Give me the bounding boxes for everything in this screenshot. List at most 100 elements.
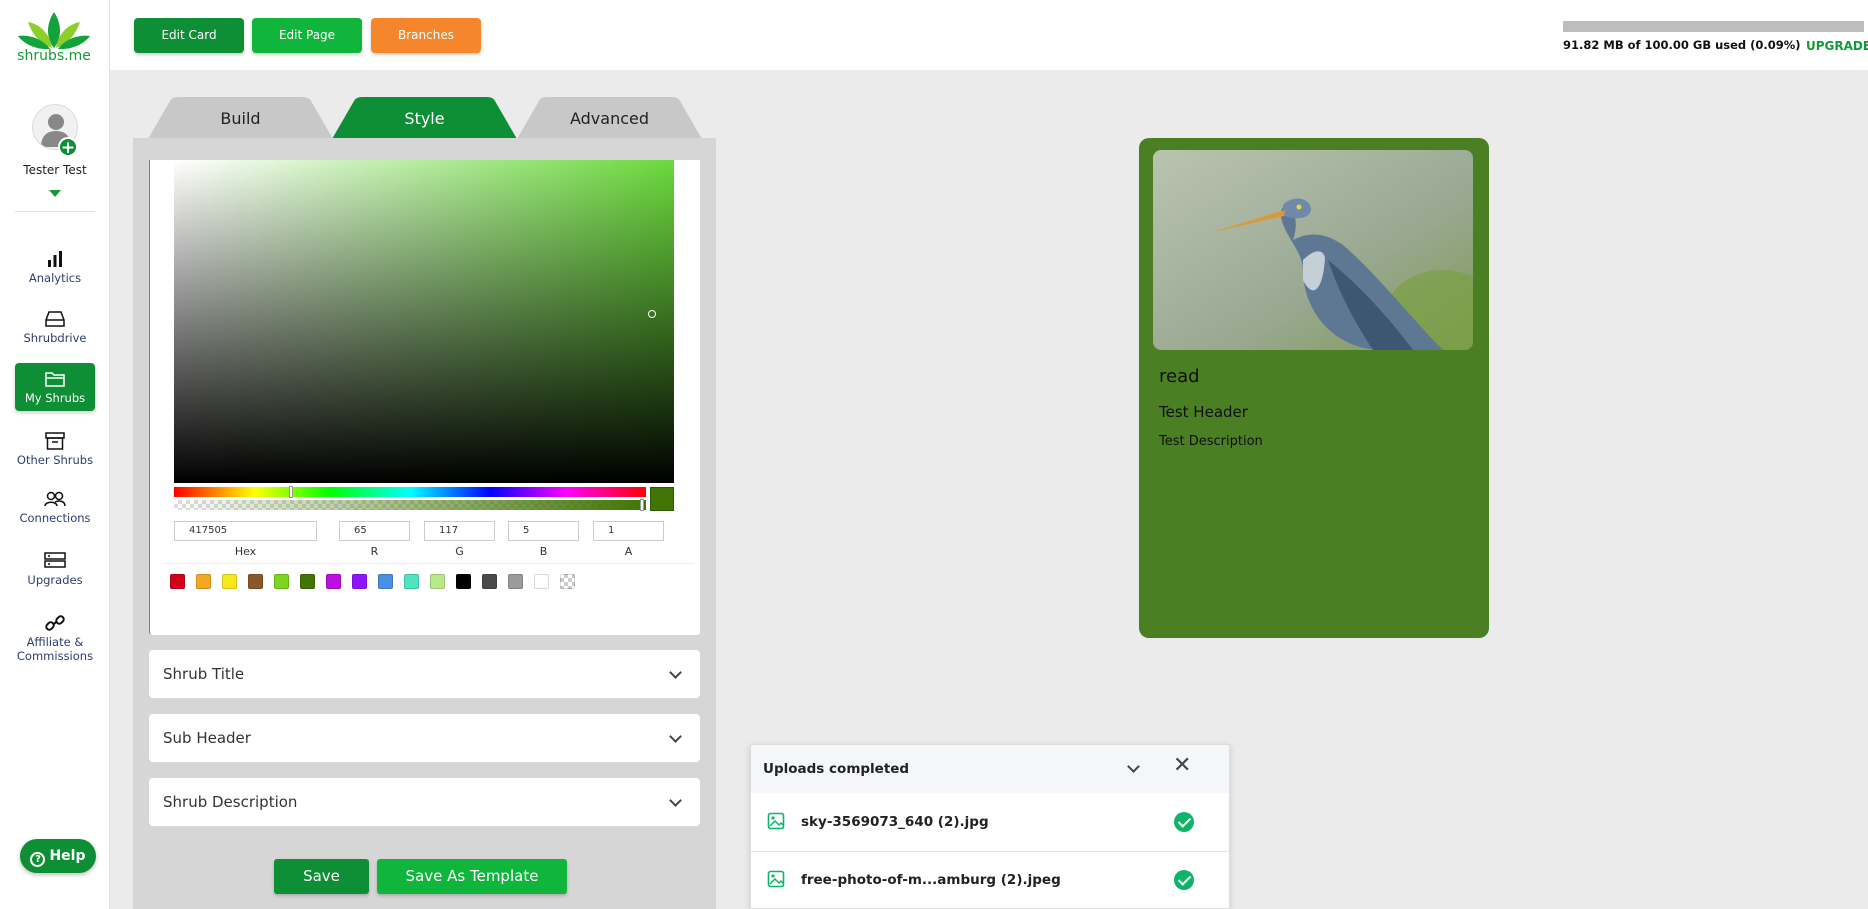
sidebar-item-affiliate[interactable]: Affiliate & Commissions	[15, 607, 95, 667]
card-description: Test Description	[1159, 434, 1263, 449]
preset-divider	[164, 563, 694, 564]
edit-page-button[interactable]: Edit Page	[252, 18, 362, 53]
chevron-down-icon	[669, 794, 682, 807]
color-preset-swatch[interactable]	[378, 574, 393, 589]
sidebar-item-shrubdrive[interactable]: Shrubdrive	[15, 303, 95, 351]
alpha-slider-handle[interactable]	[640, 499, 644, 511]
color-preset-swatch[interactable]	[196, 574, 211, 589]
bar-chart-icon	[48, 251, 62, 267]
edit-card-button[interactable]: Edit Card	[134, 18, 244, 53]
color-preset-swatch[interactable]	[534, 574, 549, 589]
sidebar-item-other-shrubs[interactable]: Other Shrubs	[15, 425, 95, 473]
tab-build[interactable]: Build	[148, 97, 333, 139]
image-file-icon	[767, 812, 785, 830]
section-label: Sub Header	[163, 729, 251, 747]
upgrade-link[interactable]: UPGRADE	[1806, 39, 1868, 53]
user-menu-caret-icon[interactable]	[49, 190, 61, 197]
close-icon[interactable]: ✕	[1173, 755, 1191, 777]
green-input[interactable]: 117	[424, 521, 495, 541]
card-image	[1153, 150, 1473, 350]
color-picker: 417505 65 117 5 1 Hex R G B A	[149, 160, 700, 635]
hue-slider[interactable]	[174, 487, 646, 497]
sidebar-item-connections[interactable]: Connections	[15, 483, 95, 531]
sidebar-item-label: Shrubdrive	[23, 331, 87, 345]
color-preset-swatch[interactable]	[222, 574, 237, 589]
hex-input[interactable]: 417505	[174, 521, 317, 541]
alpha-input[interactable]: 1	[593, 521, 664, 541]
card-header: Test Header	[1159, 403, 1248, 421]
topbar: Edit Card Edit Page Branches 91.82 MB of…	[110, 0, 1868, 70]
sidebar-item-my-shrubs[interactable]: My Shrubs	[15, 363, 95, 411]
archive-icon	[45, 432, 65, 450]
user-name: Tester Test	[23, 163, 87, 177]
sidebar-item-label-line2: Commissions	[16, 649, 94, 663]
check-circle-icon	[1174, 812, 1194, 832]
storage-usage-text: 91.82 MB of 100.00 GB used (0.09%)	[1563, 38, 1801, 52]
section-label: Shrub Description	[163, 793, 298, 811]
hex-label: Hex	[234, 545, 257, 558]
sidebar-item-analytics[interactable]: Analytics	[15, 243, 95, 291]
editor-tabs: Build Style Advanced	[148, 97, 708, 139]
branches-button[interactable]: Branches	[371, 18, 481, 53]
green-label: G	[455, 545, 464, 558]
color-preset-swatch[interactable]	[274, 574, 289, 589]
sub-header-section[interactable]: Sub Header	[149, 714, 700, 762]
chevron-down-icon	[669, 666, 682, 679]
save-button[interactable]: Save	[274, 859, 369, 894]
uploads-panel: Uploads completed ✕ sky-3569073_640 (2).…	[750, 744, 1230, 909]
logo[interactable]: shrubs.me	[14, 10, 94, 64]
help-label: Help	[49, 848, 86, 864]
help-button[interactable]: ? Help	[20, 839, 96, 873]
red-label: R	[370, 545, 379, 558]
color-preset-swatch[interactable]	[430, 574, 445, 589]
shrub-description-section[interactable]: Shrub Description	[149, 778, 700, 826]
sidebar-item-upgrades[interactable]: Upgrades	[15, 545, 95, 593]
hue-slider-handle[interactable]	[289, 486, 293, 498]
alpha-slider[interactable]	[174, 500, 646, 510]
upload-file-name: sky-3569073_640 (2).jpg	[801, 814, 989, 830]
users-icon	[44, 491, 66, 507]
color-preset-swatch[interactable]	[170, 574, 185, 589]
add-avatar-button[interactable]: +	[58, 137, 78, 158]
sidebar-divider	[15, 211, 95, 212]
sidebar-item-label: My Shrubs	[24, 391, 86, 405]
image-file-icon	[767, 870, 785, 888]
color-preset-swatch[interactable]	[508, 574, 523, 589]
color-preview-swatch	[650, 487, 674, 511]
collapse-chevron-icon[interactable]	[1127, 760, 1140, 773]
sidebar-item-label: Connections	[19, 511, 91, 525]
chevron-down-icon	[669, 730, 682, 743]
color-preset-swatch[interactable]	[326, 574, 341, 589]
card-preview: read Test Header Test Description	[1139, 138, 1489, 638]
blue-label: B	[539, 545, 548, 558]
sidebar-item-label: Upgrades	[27, 573, 83, 587]
saturation-area[interactable]	[174, 160, 674, 483]
color-preset-swatch[interactable]	[456, 574, 471, 589]
tab-advanced[interactable]: Advanced	[517, 97, 702, 139]
upload-row: sky-3569073_640 (2).jpg	[751, 793, 1229, 851]
red-input[interactable]: 65	[339, 521, 410, 541]
uploads-title: Uploads completed	[763, 761, 910, 777]
color-preset-swatch[interactable]	[560, 574, 575, 589]
color-preset-swatch[interactable]	[404, 574, 419, 589]
color-preset-swatch[interactable]	[300, 574, 315, 589]
section-label: Shrub Title	[163, 665, 245, 683]
blue-input[interactable]: 5	[508, 521, 579, 541]
drive-icon	[45, 311, 65, 327]
upload-row: free-photo-of-m...amburg (2).jpeg	[751, 851, 1229, 909]
saturation-cursor[interactable]	[648, 310, 656, 318]
tab-label: Style	[404, 109, 445, 128]
save-as-template-button[interactable]: Save As Template	[377, 859, 567, 894]
card-title: read	[1159, 366, 1200, 387]
question-icon: ?	[30, 852, 46, 867]
color-preset-swatch[interactable]	[482, 574, 497, 589]
uploads-header: Uploads completed ✕	[751, 745, 1229, 793]
alpha-label: A	[624, 545, 633, 558]
heron-image	[1153, 150, 1473, 350]
sidebar: shrubs.me + Tester Test Analytics Shrubd…	[0, 0, 110, 909]
sidebar-item-label: Other Shrubs	[16, 453, 94, 467]
color-preset-swatch[interactable]	[352, 574, 367, 589]
shrub-title-section[interactable]: Shrub Title	[149, 650, 700, 698]
color-preset-swatch[interactable]	[248, 574, 263, 589]
tab-style[interactable]: Style	[332, 97, 517, 139]
